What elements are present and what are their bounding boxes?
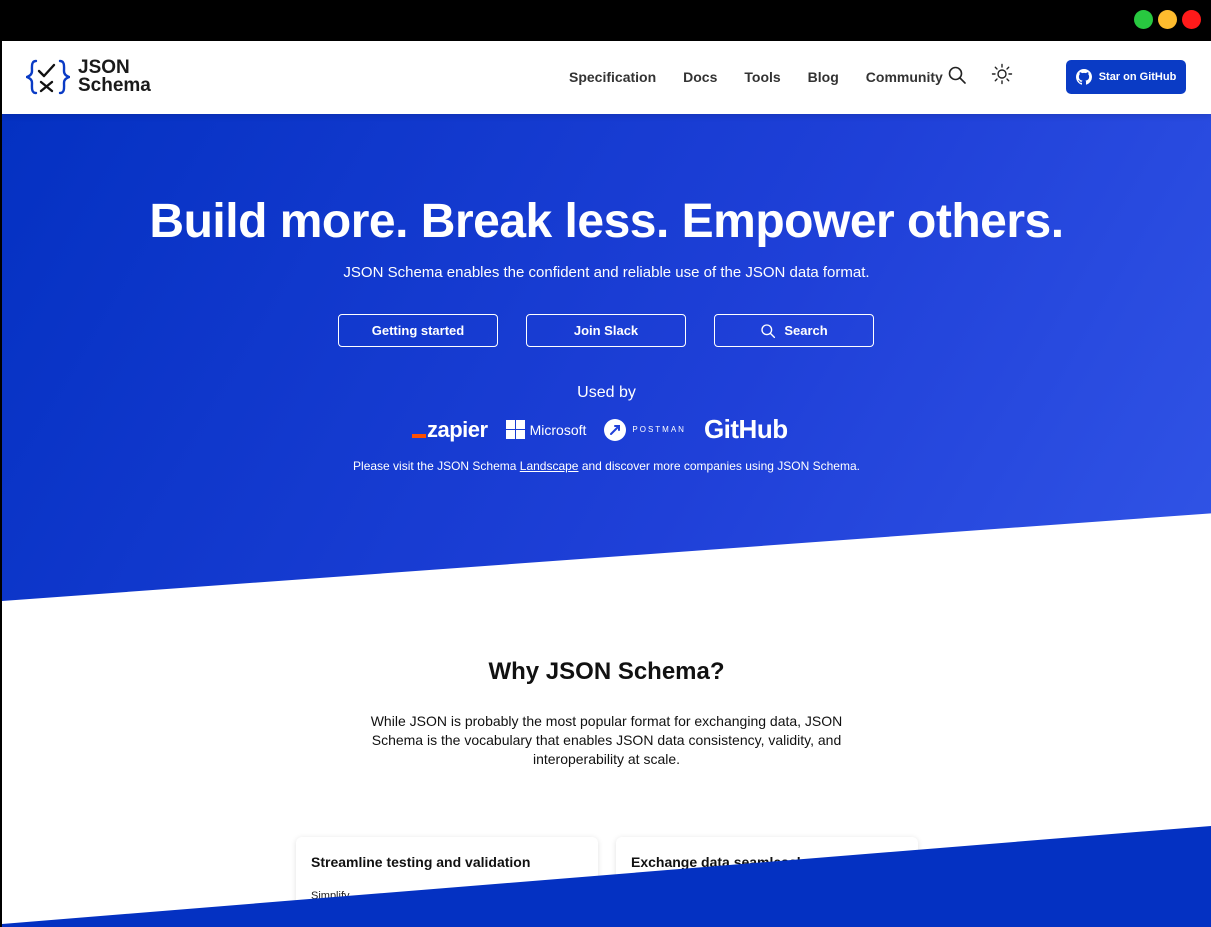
site-header: JSON Schema Specification Docs Tools Blo… xyxy=(2,41,1211,114)
landscape-link[interactable]: Landscape xyxy=(520,459,579,473)
getting-started-button[interactable]: Getting started xyxy=(338,314,498,347)
minimize-button[interactable] xyxy=(1158,10,1177,29)
hero-search-button[interactable]: Search xyxy=(714,314,874,347)
maximize-button[interactable] xyxy=(1134,10,1153,29)
sun-icon[interactable] xyxy=(991,63,1013,85)
zapier-bar-icon xyxy=(412,433,426,438)
why-json-schema-text: While JSON is probably the most popular … xyxy=(370,713,843,767)
nav-blog[interactable]: Blog xyxy=(808,69,839,85)
microsoft-grid-icon xyxy=(505,420,525,439)
logo-text-schema: Schema xyxy=(78,75,151,96)
site-logo[interactable]: JSON Schema xyxy=(26,57,151,97)
nav-specification[interactable]: Specification xyxy=(569,69,656,85)
microsoft-logo[interactable]: Microsoft xyxy=(505,420,586,439)
github-logo[interactable]: GitHub xyxy=(704,414,788,445)
github-button-label: Star on GitHub xyxy=(1098,71,1177,83)
github-icon xyxy=(1075,69,1092,85)
postman-logo[interactable]: POSTMAN xyxy=(604,418,686,441)
hero-subtitle: JSON Schema enables the confident and re… xyxy=(343,264,870,281)
postman-rocket-icon xyxy=(604,418,627,441)
star-on-github-button[interactable]: Star on GitHub xyxy=(1066,60,1186,94)
hero-section: Build more. Break less. Empower others. … xyxy=(2,114,1211,601)
hero-title: Build more. Break less. Empower others. xyxy=(149,195,1064,248)
json-schema-logo-icon xyxy=(26,59,70,95)
window-titlebar xyxy=(0,0,1211,41)
nav-docs[interactable]: Docs xyxy=(683,69,717,85)
nav-tools[interactable]: Tools xyxy=(744,69,780,85)
landscape-note: Please visit the JSON Schema Landscape a… xyxy=(353,459,860,473)
zapier-logo[interactable]: zapier xyxy=(412,417,488,443)
window-controls xyxy=(1134,10,1201,29)
close-button[interactable] xyxy=(1182,10,1201,29)
why-json-schema-heading: Why JSON Schema? xyxy=(488,658,725,685)
hero-buttons: Getting started Join Slack Search xyxy=(338,314,874,347)
nav-community[interactable]: Community xyxy=(866,69,943,85)
join-slack-label: Join Slack xyxy=(573,323,639,338)
feature-card-title: Streamline testing and validation xyxy=(311,854,531,870)
company-logos: zapier Microsoft POSTMAN GitHub xyxy=(412,414,788,445)
search-icon xyxy=(761,323,776,338)
web-page: JSON Schema Specification Docs Tools Blo… xyxy=(2,41,1211,927)
getting-started-label: Getting started xyxy=(371,323,465,338)
hero-search-label: Search xyxy=(784,323,828,338)
main-nav: Specification Docs Tools Blog Community xyxy=(569,69,970,85)
used-by-heading: Used by xyxy=(577,384,636,401)
join-slack-button[interactable]: Join Slack xyxy=(526,314,686,347)
search-icon[interactable] xyxy=(947,65,967,85)
